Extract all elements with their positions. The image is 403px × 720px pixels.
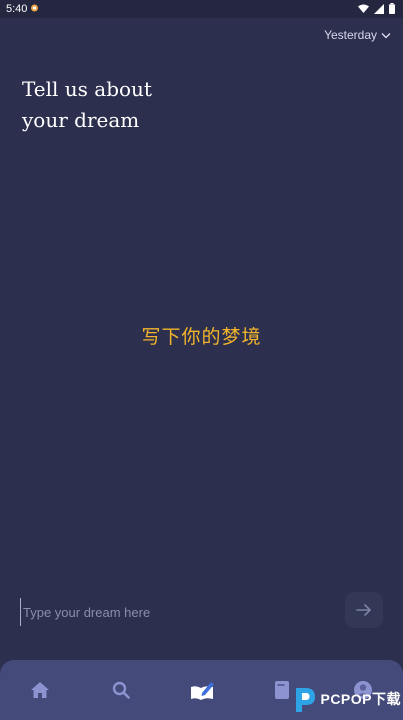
date-selector-label: Yesterday <box>324 28 377 42</box>
status-icons <box>358 3 395 14</box>
write-dream-hint: 写下你的梦境 <box>141 326 262 348</box>
page-title-line-1: Tell us about <box>22 77 152 101</box>
nav-item-home[interactable] <box>20 670 60 710</box>
signal-icon <box>374 3 384 14</box>
status-time: 5:40 <box>6 3 28 15</box>
nav-item-search[interactable] <box>101 670 141 710</box>
send-button[interactable] <box>345 592 383 628</box>
wifi-icon <box>358 4 369 13</box>
search-icon <box>112 681 130 699</box>
home-icon <box>31 682 49 698</box>
date-selector[interactable]: Yesterday <box>324 28 391 42</box>
nav-item-write[interactable] <box>182 670 222 710</box>
watermark-text: PCPOP下载 <box>320 691 401 707</box>
chevron-down-icon <box>381 32 391 38</box>
status-bar: 5:40 <box>0 0 403 18</box>
pcpop-logo-icon <box>296 688 316 712</box>
battery-icon <box>389 3 395 14</box>
journal-icon <box>275 681 289 699</box>
write-dream-icon <box>191 682 214 700</box>
dream-input-container <box>20 598 320 626</box>
notification-app-icon <box>31 4 38 12</box>
page-title-line-2: your dream <box>22 108 140 132</box>
screen: 5:40 Yesterday Tell us about your dream <box>0 0 403 720</box>
page-title: Tell us about your dream <box>22 74 282 136</box>
dream-input[interactable] <box>20 598 320 626</box>
arrow-right-icon <box>356 604 371 616</box>
watermark: PCPOP下载 <box>292 684 401 714</box>
